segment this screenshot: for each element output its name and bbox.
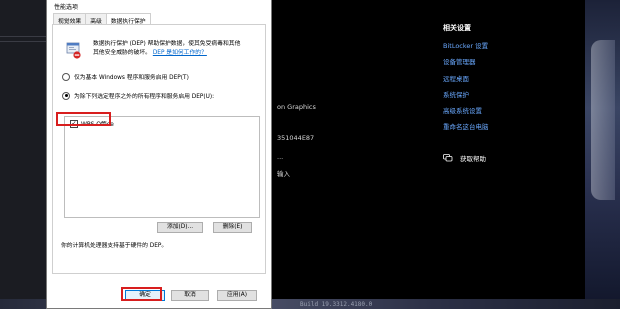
radio-all-label: 为除下列选定程序之外的所有程序和服务启用 DEP(U): (74, 94, 215, 100)
dialog-titlebar: 性能选项 (47, 0, 271, 11)
performance-options-dialog: 性能选项 视觉效果 高级 数据执行保护 数据执行保护 (DEP) 帮助保护数据，… (46, 0, 272, 309)
wallpaper-edge (585, 0, 620, 309)
excluded-programs-list[interactable]: ✓ WPS Office (64, 116, 260, 218)
get-help-label: 获取帮助 (460, 155, 486, 163)
advanced-system-settings-link[interactable]: 高级系统设置 (443, 105, 489, 121)
ellipsis-fragment: ... (277, 153, 284, 161)
input-fragment: 输入 (277, 170, 290, 178)
remove-button[interactable]: 删除(E) (213, 222, 252, 233)
ok-highlight-box (121, 287, 162, 301)
device-manager-link[interactable]: 设备管理器 (443, 56, 489, 72)
dep-help-link[interactable]: DEP 是如何工作的？ (153, 50, 207, 56)
get-help-link[interactable]: 获取帮助 (443, 153, 486, 163)
hardware-dep-note: 你的计算机处理器支持基于硬件的 DEP。 (61, 243, 168, 249)
description-line1: 数据执行保护 (DEP) 帮助保护数据，使其免受病毒和其他 (93, 41, 241, 47)
wallpaper-art (591, 40, 615, 200)
add-button[interactable]: 添加(D)... (157, 222, 203, 233)
chat-bubble-icon (443, 154, 453, 162)
description-line2: 其他安全威胁的破坏。 (93, 49, 151, 56)
dep-panel: 数据执行保护 (DEP) 帮助保护数据，使其免受病毒和其他 其他安全威胁的破坏。… (52, 24, 266, 274)
related-settings-title: 相关设置 (443, 24, 471, 32)
bitlocker-link[interactable]: BitLocker 设置 (443, 40, 489, 56)
radio-basic-dep[interactable]: 仅为基本 Windows 程序和服务启用 DEP(T) (62, 72, 189, 81)
dialog-title: 性能选项 (54, 4, 79, 11)
divider (0, 41, 48, 42)
rename-pc-link[interactable]: 重命名这台电脑 (443, 121, 489, 137)
radio-all-except[interactable]: 为除下列选定程序之外的所有程序和服务启用 DEP(U): (62, 91, 214, 100)
radio-basic-label: 仅为基本 Windows 程序和服务启用 DEP(T) (74, 75, 189, 81)
radio-button[interactable] (62, 72, 70, 81)
dep-shield-icon (66, 42, 82, 60)
dep-description: 数据执行保护 (DEP) 帮助保护数据，使其免受病毒和其他 其他安全威胁的破坏。… (93, 40, 263, 57)
system-protection-link[interactable]: 系统保护 (443, 89, 489, 105)
remote-desktop-link[interactable]: 远程桌面 (443, 73, 489, 89)
wps-highlight-box (56, 112, 111, 126)
build-text: Build 19.3312.4180.0 (300, 301, 373, 308)
background-left-pane (0, 0, 48, 309)
graphics-fragment: on Graphics (277, 103, 316, 111)
radio-button-selected[interactable] (62, 91, 70, 100)
apply-button[interactable]: 应用(A) (217, 290, 257, 301)
divider (0, 36, 48, 37)
cancel-button[interactable]: 取消 (171, 290, 209, 301)
device-id-fragment: 351044E87 (277, 134, 315, 142)
related-settings: 相关设置 BitLocker 设置 设备管理器 远程桌面 系统保护 高级系统设置… (443, 23, 489, 138)
